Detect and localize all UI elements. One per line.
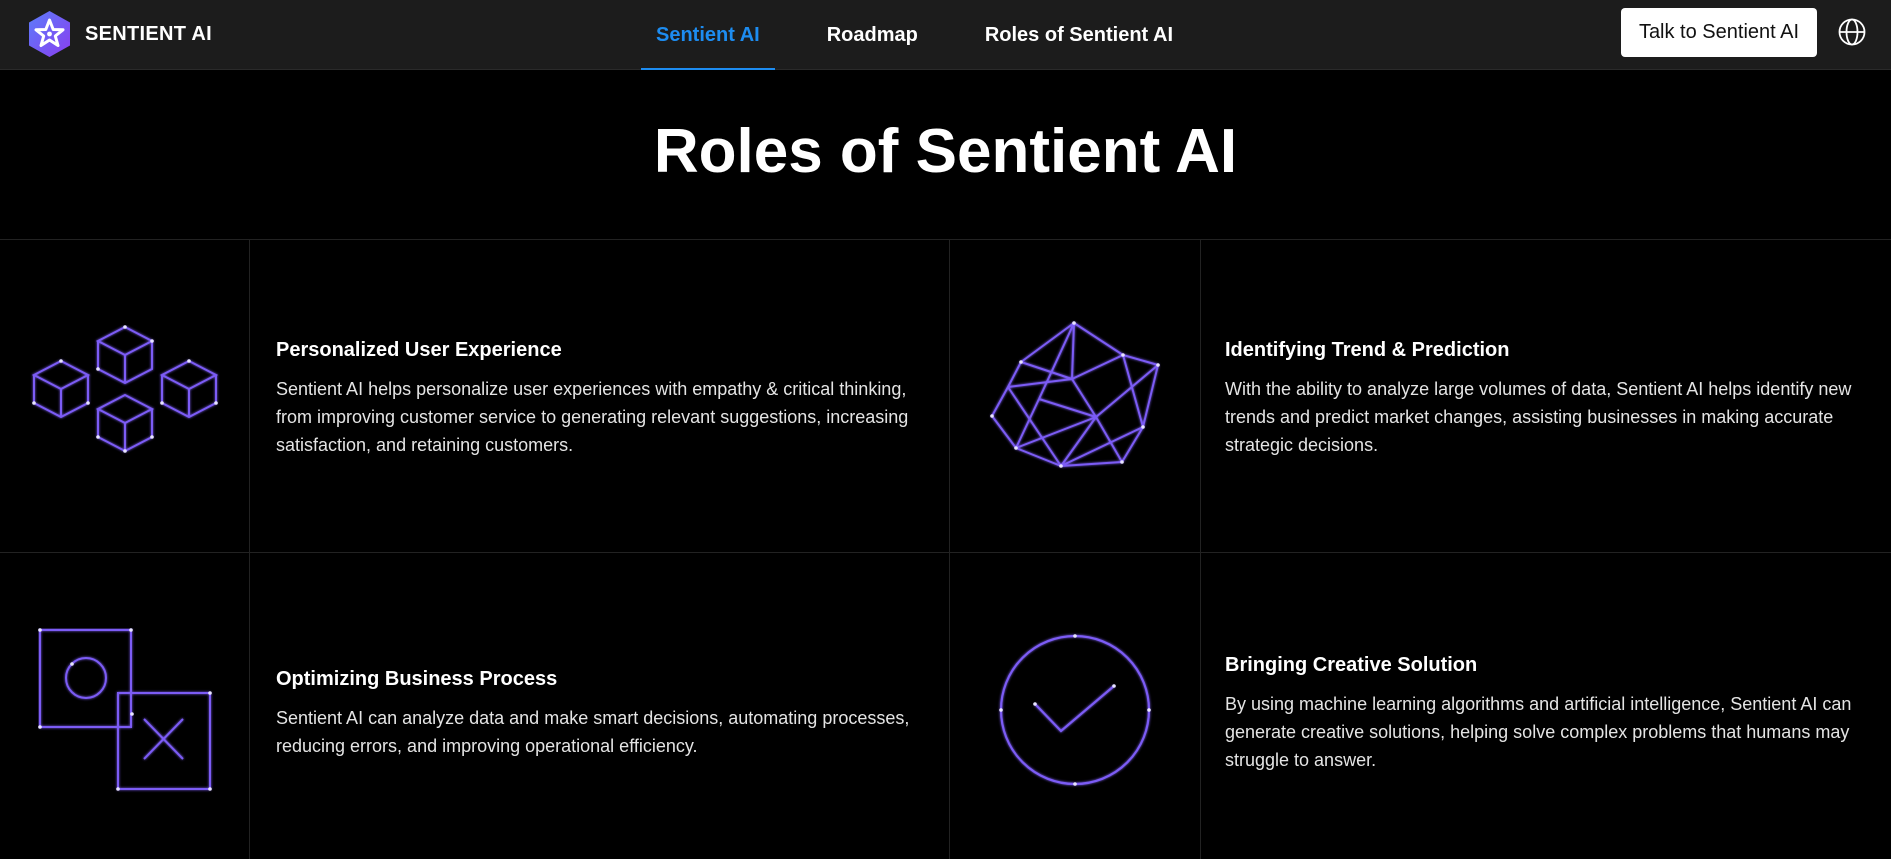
check-circle-icon <box>999 634 1151 786</box>
card-title: Personalized User Experience <box>276 339 562 361</box>
page-title: Roles of Sentient AI <box>653 117 1238 186</box>
card-description: By using machine learning algorithms and… <box>1225 694 1852 770</box>
role-card-personalized-user-experience: Personalized User Experience Sentient AI… <box>276 337 916 459</box>
roles-grid: Personalized User Experience Sentient AI… <box>0 239 1891 859</box>
grid-divider-vertical <box>1200 240 1201 859</box>
globe-icon[interactable] <box>1837 17 1867 47</box>
top-navbar: SENTIENT AI Sentient AI Roadmap Roles of… <box>0 0 1891 70</box>
brand[interactable]: SENTIENT AI <box>27 10 212 58</box>
grid-divider-vertical <box>249 240 250 859</box>
role-card-bringing-creative-solution: Bringing Creative Solution By using mach… <box>1225 652 1865 774</box>
card-description: Sentient AI helps personalize user exper… <box>276 379 909 455</box>
role-card-identifying-trend-prediction: Identifying Trend & Prediction With the … <box>1225 337 1865 459</box>
tab-roles-of-sentient-ai[interactable]: Roles of Sentient AI <box>970 0 1188 70</box>
card-title: Bringing Creative Solution <box>1225 654 1478 676</box>
nav-tabs: Sentient AI Roadmap Roles of Sentient AI <box>641 0 1225 70</box>
role-card-optimizing-business-process: Optimizing Business Process Sentient AI … <box>276 666 916 760</box>
card-title: Optimizing Business Process <box>276 668 558 690</box>
card-title: Identifying Trend & Prediction <box>1225 339 1510 361</box>
network-polygon-icon <box>990 321 1160 468</box>
talk-to-sentient-ai-button[interactable]: Talk to Sentient AI <box>1621 8 1817 57</box>
grid-divider-vertical <box>949 240 950 859</box>
tab-sentient-ai[interactable]: Sentient AI <box>641 0 775 70</box>
tab-roadmap[interactable]: Roadmap <box>812 0 933 70</box>
cubes-icon <box>31 325 219 453</box>
card-description: With the ability to analyze large volume… <box>1225 379 1852 455</box>
star-hexagon-logo-icon <box>29 11 70 57</box>
card-description: Sentient AI can analyze data and make sm… <box>276 708 910 756</box>
brand-name: SENTIENT AI <box>85 22 213 45</box>
circle-cross-squares-icon <box>38 628 212 791</box>
grid-divider-horizontal <box>0 552 1891 553</box>
